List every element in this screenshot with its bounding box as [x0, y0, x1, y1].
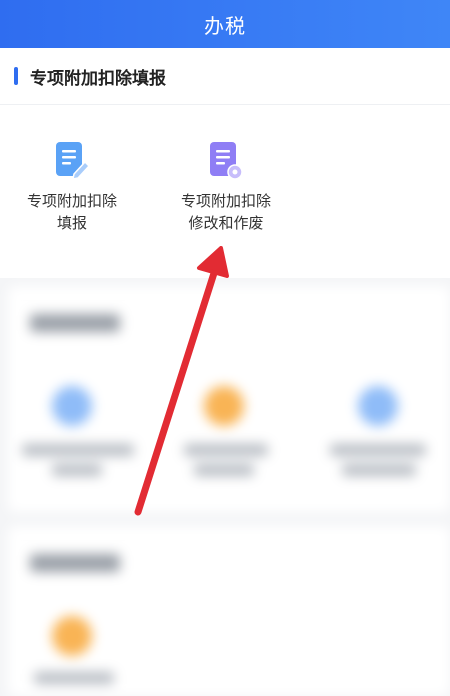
section-title: 专项附加扣除填报 — [30, 69, 166, 89]
blurred-text — [22, 444, 134, 456]
watermark-url: jingyan.baidu.com — [340, 662, 424, 672]
watermark-brand: Baidu 经验 — [327, 642, 424, 661]
blurred-icon — [358, 386, 398, 426]
baidu-jingyan-watermark: Baidu 经验 jingyan.baidu.com — [327, 638, 424, 672]
special-deduction-card: 专项附加扣除填报 专项附加扣除 填报 专项附加扣除 修改和作废 — [0, 48, 450, 278]
blurred-text — [184, 444, 268, 456]
document-settings-icon — [206, 140, 246, 182]
special-deduction-fill-button[interactable]: 专项附加扣除 填报 — [12, 140, 132, 234]
document-edit-icon — [52, 140, 92, 182]
blurred-icon — [204, 386, 244, 426]
blurred-title — [30, 554, 120, 572]
blurred-title — [30, 314, 120, 332]
blurred-text — [52, 464, 102, 476]
blurred-card — [8, 286, 450, 512]
special-deduction-modify-void-button[interactable]: 专项附加扣除 修改和作废 — [166, 140, 286, 234]
blurred-text — [330, 444, 426, 456]
section-accent-bar — [14, 67, 18, 85]
top-bar: 办税 — [0, 0, 450, 48]
item-label-line2: 修改和作废 — [188, 214, 264, 232]
blurred-icon — [52, 386, 92, 426]
item-label-line2: 填报 — [56, 214, 87, 232]
blurred-icon — [52, 616, 92, 656]
item-label-line1: 专项附加扣除 — [26, 192, 117, 210]
blurred-content — [0, 280, 450, 696]
item-label-line1: 专项附加扣除 — [180, 192, 271, 210]
blurred-text — [34, 672, 114, 684]
blurred-text — [342, 464, 416, 476]
section-header: 专项附加扣除填报 — [0, 48, 450, 105]
blurred-text — [194, 464, 254, 476]
page-title: 办税 — [204, 13, 246, 38]
